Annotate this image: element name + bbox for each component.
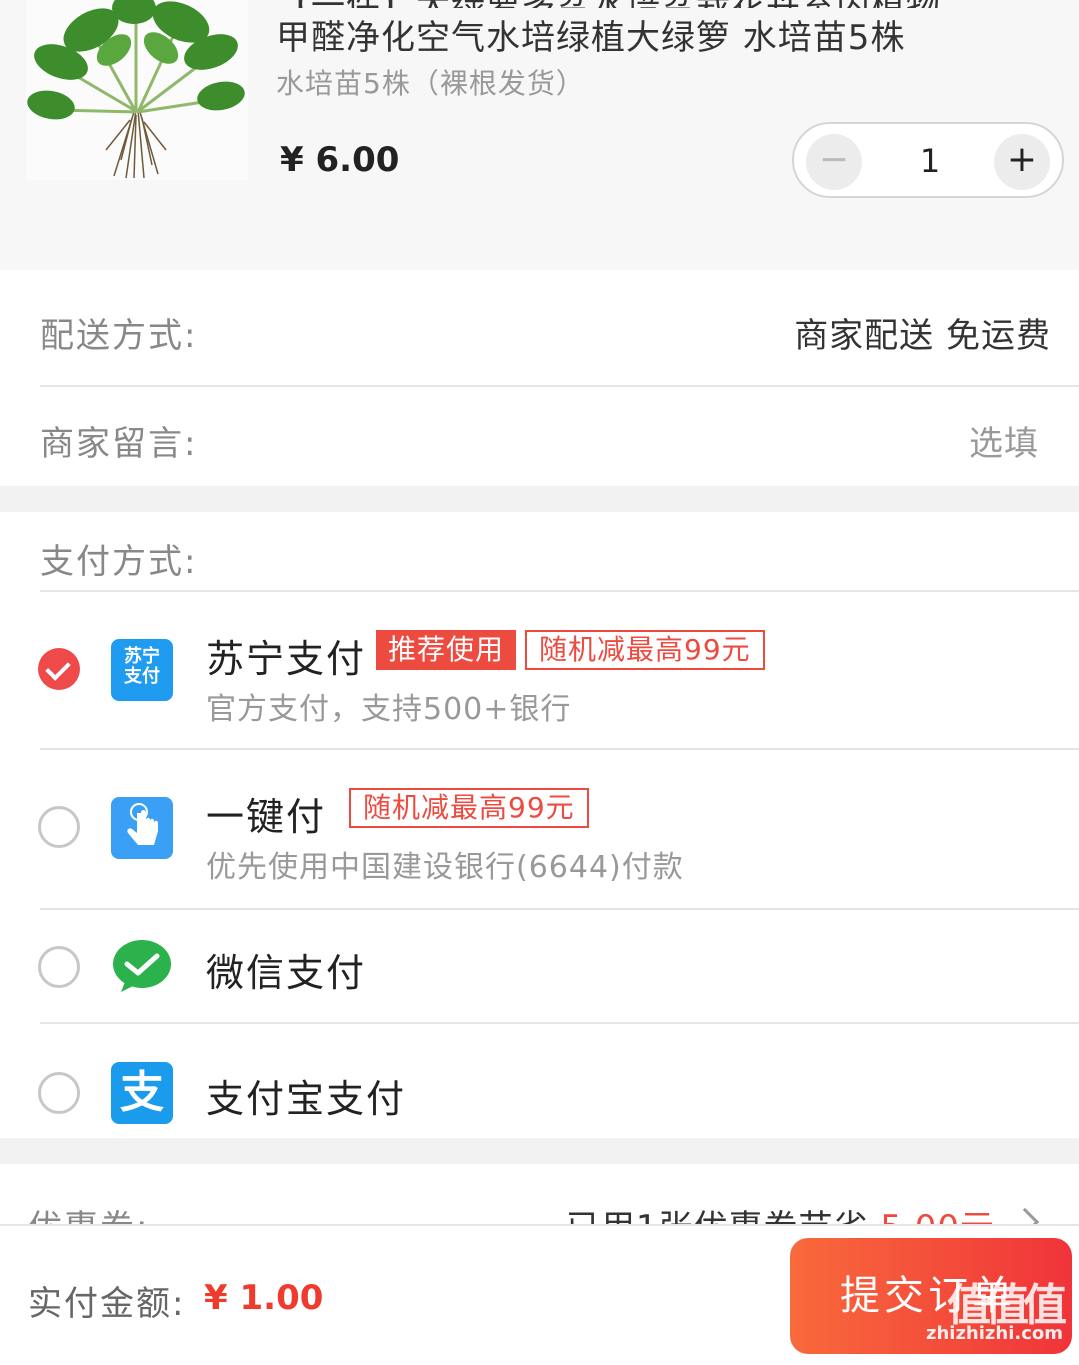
order-options: 配送方式: 商家配送 免运费 商家留言: 选填 [0,270,1079,486]
payment-section: 支付方式: 苏宁 支付 苏宁支付 推荐使用 随机减最高99元 官方支付，支持50… [0,512,1079,1138]
message-label: 商家留言: [40,424,198,464]
discount-badge: 随机减最高99元 [349,788,589,828]
discount-badge: 随机减最高99元 [525,630,765,670]
recommend-badge: 推荐使用 [376,630,517,670]
payment-option-alipay[interactable]: 支 支付宝支付 [0,1024,1079,1138]
payment-name: 支付宝支付 [206,1077,407,1121]
delivery-label: 配送方式: [40,316,198,356]
radio-checked[interactable] [38,648,80,690]
payment-desc: 官方支付，支持500+银行 [206,692,572,727]
suning-pay-icon: 苏宁 支付 [111,639,173,701]
message-row: 商家留言: 选填 [40,378,1079,486]
delivery-value: 商家配送 免运费 [794,316,1051,356]
wechat-pay-icon [111,936,173,998]
one-tap-pay-icon [111,797,173,859]
payment-option-wechat[interactable]: 微信支付 [0,910,1079,1024]
product-card: 【一件】大绿萝多盆水培盆栽花卉室内植物 甲醛净化空气水培绿植大绿箩 水培苗5株 … [0,0,1079,270]
radio-unchecked[interactable] [38,946,80,988]
payment-header: 支付方式: [40,542,198,582]
decrease-button[interactable]: − [806,134,862,190]
radio-unchecked[interactable] [38,1072,80,1114]
radio-unchecked[interactable] [38,806,80,848]
watermark: 值值值 zhizhizhi.com [925,1269,1069,1355]
payment-option-one-tap[interactable]: 一键付 随机减最高99元 优先使用中国建设银行(6644)付款 [0,750,1079,908]
plant-image [26,0,248,180]
message-input[interactable]: 选填 [969,416,1039,465]
product-image[interactable] [26,0,248,180]
total-label: 实付金额: [28,1284,186,1324]
quantity-value[interactable]: 1 [894,142,966,180]
alipay-icon-text: 支 [120,1067,164,1118]
payment-name: 微信支付 [206,951,367,995]
alipay-icon: 支 [111,1062,173,1124]
payment-option-suning[interactable]: 苏宁 支付 苏宁支付 推荐使用 随机减最高99元 官方支付，支持500+银行 [0,592,1079,750]
checkout-bar: 实付金额: ¥ 1.00 提交订单 值值值 zhizhizhi.com [0,1224,1079,1365]
payment-name: 一键付 [206,795,327,839]
product-price: ¥ 6.00 [280,140,400,180]
payment-desc: 优先使用中国建设银行(6644)付款 [206,850,684,885]
suning-icon-text-2: 支付 [124,666,160,687]
product-variant: 水培苗5株（裸根发货） [276,67,585,100]
total-value: ¥ 1.00 [204,1278,324,1318]
payment-name: 苏宁支付 [206,637,367,681]
watermark-url: zhizhizhi.com [925,1323,1063,1344]
increase-button[interactable]: + [994,134,1050,190]
delivery-row[interactable]: 配送方式: 商家配送 免运费 [40,270,1079,378]
suning-icon-text-1: 苏宁 [124,646,160,667]
quantity-stepper: − 1 + [792,122,1064,198]
product-title-line1: 【一件】大绿萝多盆水培盆栽花卉室内植物 [276,0,1056,8]
product-title-line2: 甲醛净化空气水培绿植大绿箩 水培苗5株 [276,18,906,58]
